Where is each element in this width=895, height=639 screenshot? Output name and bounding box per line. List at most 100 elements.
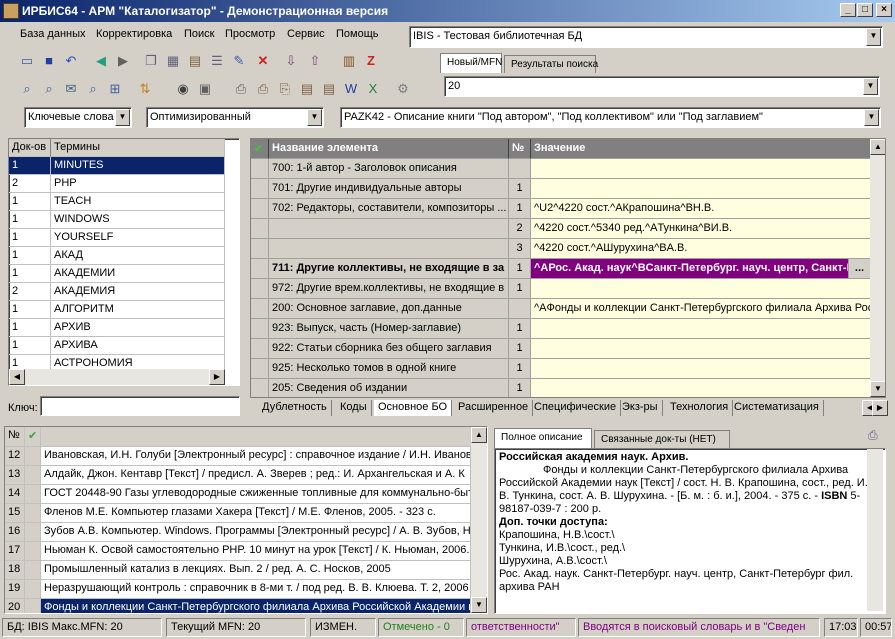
doc-row-title[interactable]: Ньюман К. Освой самостоятельно PHP. 10 м… <box>41 542 471 561</box>
chevron-down-icon[interactable]: ▼ <box>115 109 130 126</box>
field-number[interactable]: 2 <box>509 219 531 239</box>
chevron-down-icon[interactable]: ▼ <box>307 109 322 126</box>
doc-row-title[interactable]: Неразрушающий контроль : справочник в 8-… <box>41 580 471 599</box>
field-value[interactable]: ^4220 сост.^5340 ред.^AТункина^BИ.В. <box>531 219 871 239</box>
dict-row-term[interactable]: WINDOWS <box>51 211 225 229</box>
grid-icon[interactable]: ▦ <box>162 50 184 72</box>
doc-row-check[interactable] <box>25 561 41 580</box>
field-value[interactable] <box>531 359 871 379</box>
dict-row-term[interactable]: АЛГОРИТМ <box>51 301 225 319</box>
field-value[interactable] <box>531 319 871 339</box>
mfn-input[interactable]: 20 ▼ <box>444 76 880 97</box>
tab-copies[interactable]: Экз-ры <box>618 400 663 416</box>
doc-row-number[interactable]: 16 <box>5 523 25 542</box>
search-icon[interactable]: ⌕ <box>16 78 38 100</box>
ellipsis-button[interactable]: ... <box>849 259 871 279</box>
field-value[interactable] <box>531 279 871 299</box>
chevron-down-icon[interactable]: ▼ <box>864 109 879 126</box>
doc-row-check[interactable] <box>25 523 41 542</box>
save-icon[interactable]: ■ <box>38 50 60 72</box>
field-number[interactable]: 1 <box>509 339 531 359</box>
dict-row-count[interactable]: 2 <box>9 175 51 193</box>
doc-row-number[interactable]: 13 <box>5 466 25 485</box>
sort-icon[interactable]: ⇅ <box>134 78 156 100</box>
dict-row-term[interactable]: MINUTES <box>51 157 225 175</box>
doc-row-number[interactable]: 15 <box>5 504 25 523</box>
dict-row-count[interactable]: 1 <box>9 247 51 265</box>
search-mode-select[interactable]: Ключевые слова ▼ <box>24 107 132 128</box>
scroll-right-icon[interactable]: ▶ <box>209 369 225 385</box>
doc-row-number[interactable]: 12 <box>5 447 25 466</box>
field-check[interactable] <box>251 179 269 199</box>
tree-icon[interactable]: ⊞ <box>104 78 126 100</box>
key-input[interactable] <box>40 396 240 416</box>
dict-row-count[interactable]: 1 <box>9 211 51 229</box>
delete-icon[interactable]: ✕ <box>252 50 274 72</box>
word-icon[interactable]: W <box>340 78 362 100</box>
dict-row-count[interactable]: 1 <box>9 157 51 175</box>
field-value[interactable] <box>531 339 871 359</box>
dict-row-term[interactable]: АРХИВ <box>51 319 225 337</box>
menu-search[interactable]: Поиск <box>184 28 214 40</box>
print-icon[interactable]: ⎙ <box>230 78 252 100</box>
undo-icon[interactable]: ↶ <box>60 50 82 72</box>
edit-icon[interactable]: ✎ <box>228 50 250 72</box>
doc-row-title[interactable]: Зубов А.В. Компьютер. Windows. Программы… <box>41 523 471 542</box>
tab-technology[interactable]: Технология <box>666 400 734 416</box>
menu-view[interactable]: Просмотр <box>225 28 275 40</box>
doc-row-title[interactable]: ГОСТ 20448-90 Газы углеводородные сжижен… <box>41 485 471 504</box>
field-number[interactable]: 1 <box>509 199 531 219</box>
field-name[interactable]: 923: Выпуск, часть (Номер-заглавие) <box>269 319 509 339</box>
chevron-down-icon[interactable]: ▼ <box>863 78 878 95</box>
field-value[interactable] <box>531 379 871 397</box>
dict-row-term[interactable]: PHP <box>51 175 225 193</box>
field-name[interactable]: 205: Сведения об издании <box>269 379 509 397</box>
scroll-up-icon[interactable]: ▲ <box>471 427 487 443</box>
field-name[interactable] <box>269 239 509 259</box>
field-check[interactable] <box>251 159 269 179</box>
field-value[interactable]: ^U2^4220 сост.^AКрапошина^BН.В. <box>531 199 871 219</box>
excel-icon[interactable]: X <box>362 78 384 100</box>
field-check[interactable] <box>251 219 269 239</box>
tab-systematization[interactable]: Систематизация <box>730 400 824 416</box>
doc-row-title[interactable]: Фонды и коллекции Санкт-Петербургского ф… <box>41 599 471 613</box>
field-name[interactable]: 701: Другие индивидуальные авторы <box>269 179 509 199</box>
dict-header-terms[interactable]: Термины <box>51 139 225 157</box>
doc-row-check[interactable] <box>25 447 41 466</box>
tab-main[interactable]: Основное БО <box>374 400 453 416</box>
field-check[interactable] <box>251 279 269 299</box>
doc-row-number[interactable]: 14 <box>5 485 25 504</box>
doc-row-check[interactable] <box>25 542 41 561</box>
tab-linked-docs[interactable]: Связанные док-ты (НЕТ) <box>594 430 730 448</box>
header-element-name[interactable]: Название элемента <box>269 139 509 159</box>
scroll-down-icon[interactable]: ▼ <box>471 597 487 613</box>
field-check[interactable] <box>251 379 269 397</box>
document-icon[interactable]: ▤ <box>296 78 318 100</box>
tab-codes[interactable]: Коды <box>336 400 372 416</box>
doc-row-check[interactable] <box>25 466 41 485</box>
dict-row-term[interactable]: АКАДЕМИЯ <box>51 283 225 301</box>
tab-extended[interactable]: Расширенное <box>454 400 534 416</box>
field-number[interactable]: 1 <box>509 179 531 199</box>
dict-row-count[interactable]: 2 <box>9 283 51 301</box>
doc-row-title[interactable]: Ивановская, И.Н. Голуби [Электронный рес… <box>41 447 471 466</box>
dict-row-count[interactable]: 1 <box>9 337 51 355</box>
field-value[interactable] <box>531 179 871 199</box>
field-row[interactable]: 925: Несколько томов в одной книге 1 <box>251 359 885 379</box>
doc-row-number[interactable]: 19 <box>5 580 25 599</box>
import-icon[interactable]: ⇩ <box>280 50 302 72</box>
dict-row-count[interactable]: 1 <box>9 229 51 247</box>
optimization-select[interactable]: Оптимизированный ▼ <box>146 107 324 128</box>
dict-row-term[interactable]: АКАД <box>51 247 225 265</box>
print-form-icon[interactable]: ⎙ <box>252 78 274 100</box>
doc-row-title[interactable]: Промышленный катализ в лекциях. Вып. 2 /… <box>41 561 471 580</box>
new-document-icon[interactable]: ▭ <box>16 50 38 72</box>
field-value[interactable] <box>531 159 871 179</box>
menu-database[interactable]: База данных <box>20 28 86 40</box>
print-list-icon[interactable]: ⎘ <box>274 78 296 100</box>
field-row[interactable]: 200: Основное заглавие, доп.данные ^AФонд… <box>251 299 885 319</box>
list-icon[interactable]: ☰ <box>206 50 228 72</box>
tab-full-description[interactable]: Полное описание <box>494 428 592 448</box>
field-name[interactable]: 972: Другие врем.коллективы, не входящие… <box>269 279 509 299</box>
field-check[interactable] <box>251 359 269 379</box>
